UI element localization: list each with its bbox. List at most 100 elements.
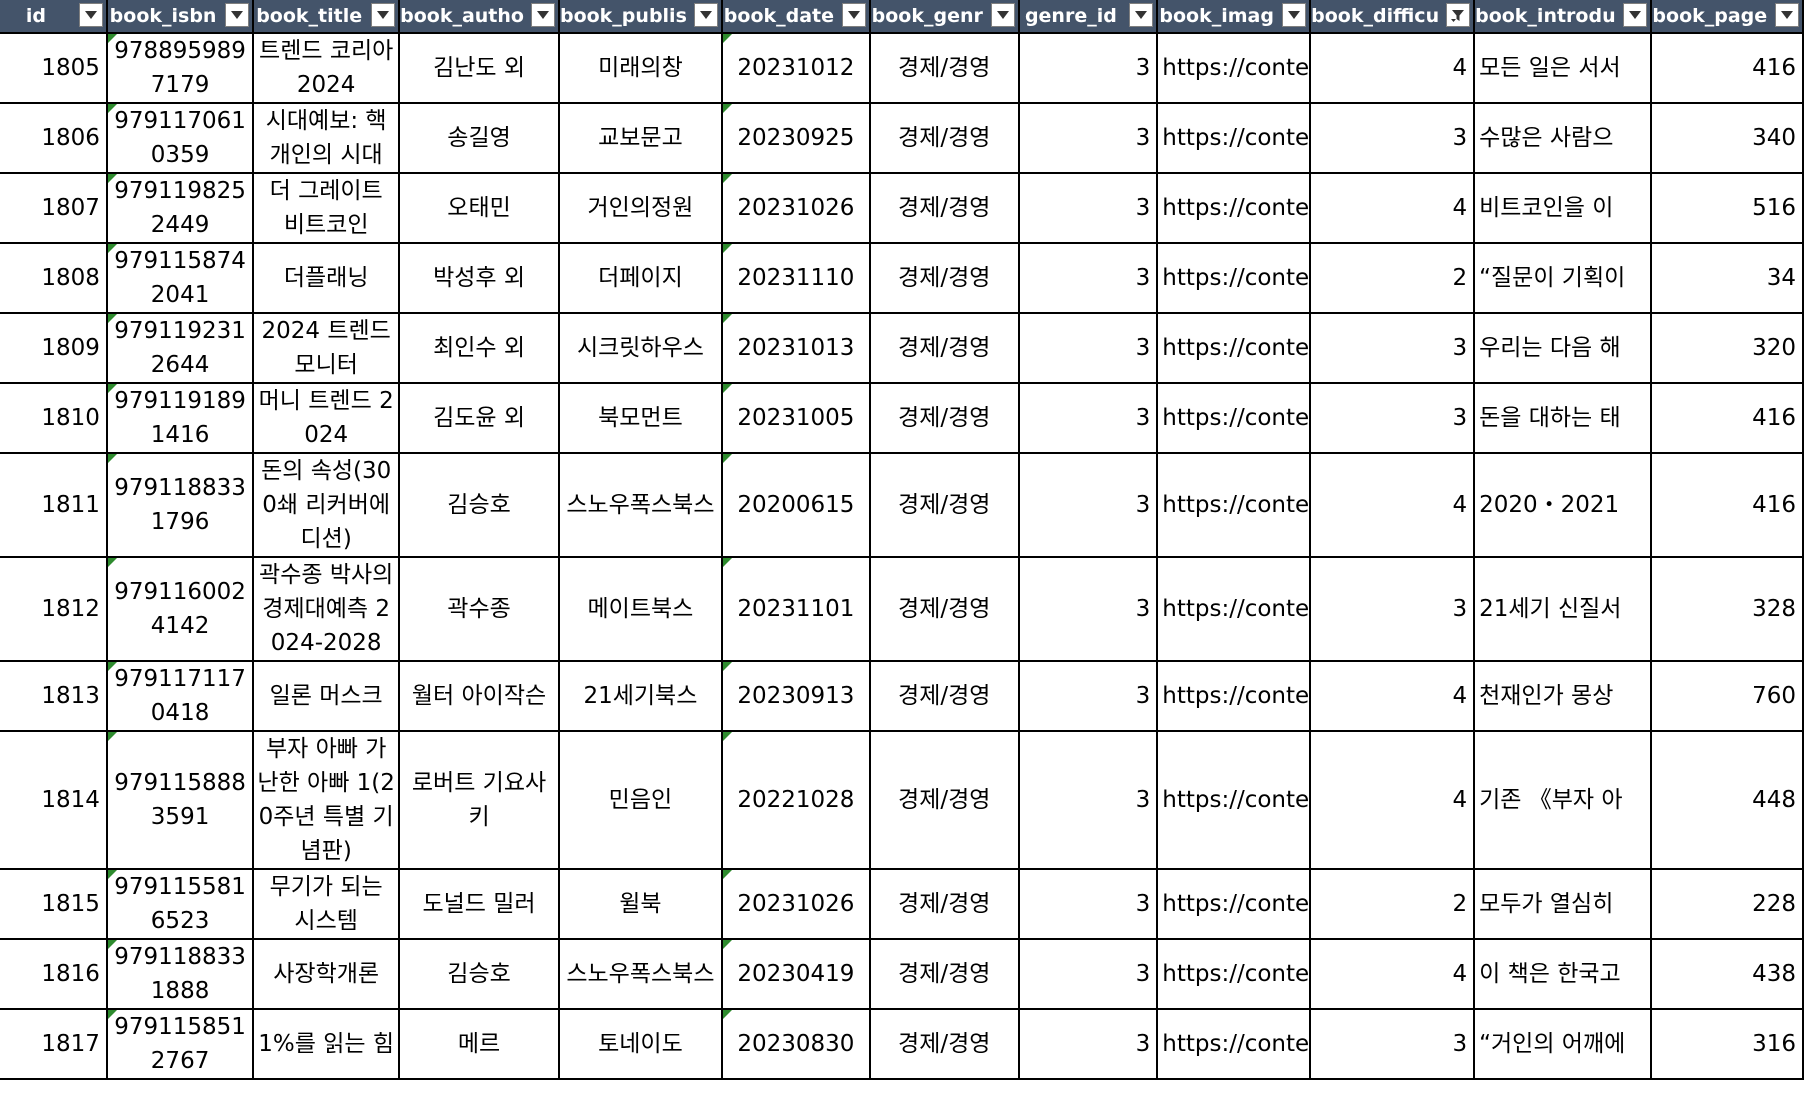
cell-author[interactable]: 로버트 기요사키 [399, 731, 560, 870]
cell-page[interactable]: 228 [1650, 869, 1804, 940]
cell-genre[interactable]: 경제/경영 [869, 557, 1020, 662]
cell-page[interactable]: 328 [1650, 557, 1804, 662]
cell-genre[interactable]: 경제/경영 [869, 453, 1020, 558]
cell-date[interactable]: 20231005 [721, 383, 871, 454]
cell-date[interactable]: 20231012 [721, 33, 871, 104]
cell-page[interactable]: 320 [1650, 313, 1804, 384]
cell-image-url[interactable]: https://conte [1157, 33, 1312, 104]
filter-dropdown-icon[interactable] [78, 3, 103, 27]
cell-isbn[interactable]: 9791171170418 [106, 661, 255, 732]
cell-page[interactable]: 448 [1650, 731, 1804, 870]
column-header-genre-id[interactable]: genre_id [1018, 0, 1159, 34]
column-header-book-title[interactable]: book_title [253, 0, 401, 34]
cell-title[interactable]: 무기가 되는 시스템 [253, 869, 401, 940]
cell-difficulty[interactable]: 3 [1310, 313, 1476, 384]
column-header-book-author[interactable]: book_autho [399, 0, 560, 34]
column-header-book-genre[interactable]: book_genr [869, 0, 1020, 34]
cell-difficulty[interactable]: 3 [1310, 383, 1476, 454]
cell-genre-id[interactable]: 3 [1018, 243, 1159, 314]
cell-date[interactable]: 20231026 [721, 869, 871, 940]
cell-image-url[interactable]: https://conte [1157, 939, 1312, 1010]
cell-introduction[interactable]: 천재인가 몽상 [1474, 661, 1652, 732]
cell-publisher[interactable]: 21세기북스 [558, 661, 723, 732]
cell-id[interactable]: 1811 [0, 453, 108, 558]
cell-id[interactable]: 1813 [0, 661, 108, 732]
column-header-book-publisher[interactable]: book_publis [558, 0, 723, 34]
cell-genre-id[interactable]: 3 [1018, 661, 1159, 732]
cell-genre-id[interactable]: 3 [1018, 33, 1159, 104]
cell-genre-id[interactable]: 3 [1018, 731, 1159, 870]
cell-title[interactable]: 트렌드 코리아 2024 [253, 33, 401, 104]
cell-difficulty[interactable]: 2 [1310, 869, 1476, 940]
cell-publisher[interactable]: 교보문고 [558, 103, 723, 174]
cell-isbn[interactable]: 9791192312644 [106, 313, 255, 384]
cell-introduction[interactable]: 수많은 사람으 [1474, 103, 1652, 174]
cell-genre-id[interactable]: 3 [1018, 103, 1159, 174]
cell-title[interactable]: 머니 트렌드 2024 [253, 383, 401, 454]
cell-image-url[interactable]: https://conte [1157, 1009, 1312, 1080]
cell-date[interactable]: 20200615 [721, 453, 871, 558]
cell-publisher[interactable]: 스노우폭스북스 [558, 939, 723, 1010]
cell-difficulty[interactable]: 4 [1310, 453, 1476, 558]
cell-genre[interactable]: 경제/경영 [869, 103, 1020, 174]
cell-page[interactable]: 438 [1650, 939, 1804, 1010]
cell-title[interactable]: 1%를 읽는 힘 [253, 1009, 401, 1080]
cell-isbn[interactable]: 9791191891416 [106, 383, 255, 454]
filter-dropdown-icon[interactable] [693, 3, 718, 27]
cell-date[interactable]: 20221028 [721, 731, 871, 870]
cell-image-url[interactable]: https://conte [1157, 731, 1312, 870]
cell-introduction[interactable]: 21세기 신질서 [1474, 557, 1652, 662]
cell-title[interactable]: 부자 아빠 가난한 아빠 1(20주년 특별 기념판) [253, 731, 401, 870]
cell-publisher[interactable]: 거인의정원 [558, 173, 723, 244]
column-header-book-introduction[interactable]: book_introdu [1474, 0, 1652, 34]
cell-genre[interactable]: 경제/경영 [869, 173, 1020, 244]
cell-id[interactable]: 1806 [0, 103, 108, 174]
cell-genre[interactable]: 경제/경영 [869, 731, 1020, 870]
cell-page[interactable]: 34 [1650, 243, 1804, 314]
column-header-book-difficulty[interactable]: book_difficu [1310, 0, 1476, 34]
cell-genre-id[interactable]: 3 [1018, 557, 1159, 662]
cell-id[interactable]: 1810 [0, 383, 108, 454]
cell-genre-id[interactable]: 3 [1018, 313, 1159, 384]
cell-image-url[interactable]: https://conte [1157, 313, 1312, 384]
cell-author[interactable]: 월터 아이작슨 [399, 661, 560, 732]
cell-publisher[interactable]: 더페이지 [558, 243, 723, 314]
cell-image-url[interactable]: https://conte [1157, 557, 1312, 662]
cell-page[interactable]: 340 [1650, 103, 1804, 174]
cell-genre-id[interactable]: 3 [1018, 173, 1159, 244]
cell-isbn[interactable]: 9791160024142 [106, 557, 255, 662]
cell-genre-id[interactable]: 3 [1018, 1009, 1159, 1080]
cell-genre[interactable]: 경제/경영 [869, 869, 1020, 940]
cell-title[interactable]: 곽수종 박사의 경제대예측 2024-2028 [253, 557, 401, 662]
cell-introduction[interactable]: 돈을 대하는 태 [1474, 383, 1652, 454]
cell-isbn[interactable]: 9791155816523 [106, 869, 255, 940]
cell-author[interactable]: 김승호 [399, 939, 560, 1010]
column-header-id[interactable]: id [0, 0, 108, 34]
filter-dropdown-icon[interactable] [371, 3, 396, 27]
filter-dropdown-icon[interactable] [990, 3, 1015, 27]
cell-publisher[interactable]: 윌북 [558, 869, 723, 940]
cell-title[interactable]: 더 그레이트 비트코인 [253, 173, 401, 244]
column-header-book-isbn[interactable]: book_isbn [106, 0, 255, 34]
cell-author[interactable]: 도널드 밀러 [399, 869, 560, 940]
cell-publisher[interactable]: 토네이도 [558, 1009, 723, 1080]
cell-isbn[interactable]: 9791158883591 [106, 731, 255, 870]
column-header-book-page[interactable]: book_page [1650, 0, 1804, 34]
filter-dropdown-icon[interactable] [841, 3, 866, 27]
cell-author[interactable]: 김난도 외 [399, 33, 560, 104]
cell-difficulty[interactable]: 3 [1310, 557, 1476, 662]
cell-isbn[interactable]: 9791188331888 [106, 939, 255, 1010]
cell-introduction[interactable]: 비트코인을 이 [1474, 173, 1652, 244]
cell-title[interactable]: 돈의 속성(300쇄 리커버에디션) [253, 453, 401, 558]
cell-isbn[interactable]: 9791158742041 [106, 243, 255, 314]
cell-difficulty[interactable]: 3 [1310, 103, 1476, 174]
filter-dropdown-icon[interactable] [1129, 3, 1154, 27]
cell-genre[interactable]: 경제/경영 [869, 661, 1020, 732]
cell-author[interactable]: 최인수 외 [399, 313, 560, 384]
cell-isbn[interactable]: 9791188331796 [106, 453, 255, 558]
cell-introduction[interactable]: 우리는 다음 해 [1474, 313, 1652, 384]
cell-image-url[interactable]: https://conte [1157, 453, 1312, 558]
cell-difficulty[interactable]: 4 [1310, 33, 1476, 104]
filter-active-icon[interactable] [1446, 3, 1471, 27]
cell-title[interactable]: 일론 머스크 [253, 661, 401, 732]
